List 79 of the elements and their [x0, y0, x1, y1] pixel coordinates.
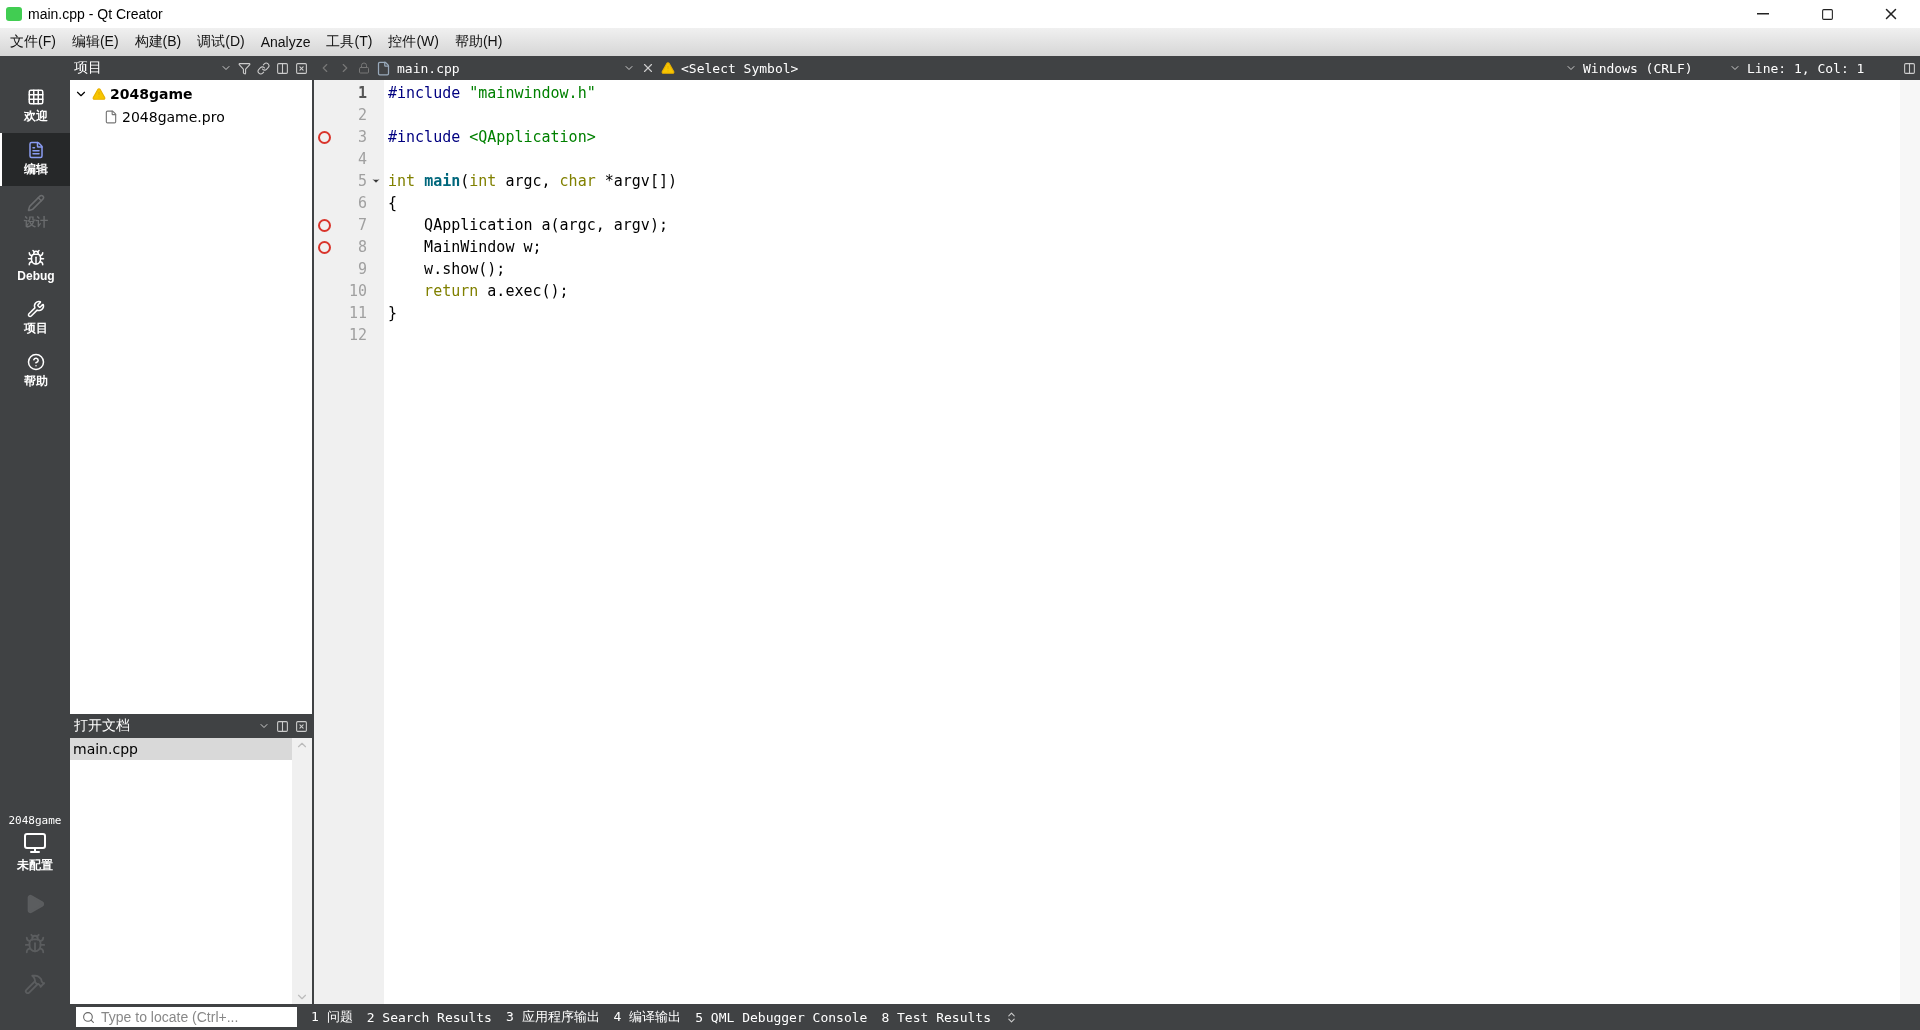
menu-item[interactable]: 调试(D) [189, 28, 253, 56]
code-line: MainWindow w; [423, 237, 543, 258]
code-line: #include <QApplication> [388, 127, 597, 148]
project-name: 2048game [7, 814, 63, 827]
code-line: int main(int argc, char *argv[]) [388, 171, 678, 192]
line-number: 7 [356, 216, 367, 234]
document-item[interactable]: main.cpp [70, 738, 292, 760]
menu-item[interactable]: 构建(B) [126, 28, 190, 56]
mode-tab[interactable]: 编辑 [0, 133, 70, 186]
split-icon [276, 719, 289, 733]
code-line: #include "mainwindow.h" [388, 83, 597, 104]
bug-icon [24, 933, 46, 955]
menu-item[interactable]: Analyze [252, 28, 319, 56]
code-line: { [388, 193, 399, 214]
mode-tab[interactable]: Debug [0, 239, 70, 292]
code-line: } [388, 303, 399, 324]
help-icon [27, 353, 45, 371]
encoding-selector[interactable]: Windows (CRLF) [1583, 60, 1723, 76]
grid-icon [27, 88, 45, 106]
fold-icon[interactable] [371, 176, 381, 186]
cursor-position: Line: 1, Col: 1 [1747, 60, 1866, 76]
link-icon [257, 61, 270, 75]
hammer-icon [24, 973, 46, 995]
tree-item[interactable]: 2048game [70, 82, 312, 105]
file-name: main.cpp [397, 60, 461, 76]
output-pane-button[interactable]: 3 应用程序输出 [505, 1008, 600, 1026]
code-line: return a.exec(); [423, 281, 570, 302]
line-number: 3 [356, 128, 367, 146]
output-pane-button[interactable]: 2 Search Results [366, 1009, 492, 1025]
lock-icon [358, 62, 370, 74]
line-number: 8 [356, 238, 367, 256]
code-line: w.show(); [423, 259, 507, 280]
line-number: 9 [356, 260, 367, 278]
line-number: 12 [347, 326, 367, 344]
line-number: 4 [356, 150, 367, 168]
tree-item[interactable]: 2048game.pro [70, 105, 312, 128]
file-icon [376, 60, 391, 76]
minimize-icon [1757, 13, 1769, 15]
file-icon [104, 109, 118, 124]
menu-item[interactable]: 帮助(H) [446, 28, 511, 56]
panel-title: 打开文档 [74, 717, 131, 735]
line-number: 10 [347, 282, 367, 300]
split-icon [1903, 61, 1916, 75]
menu-item[interactable]: 编辑(E) [63, 28, 127, 56]
symbol-selector[interactable]: <Select Symbol> [681, 60, 1559, 76]
restore-icon [1820, 7, 1834, 21]
app-logo-icon [6, 7, 22, 21]
locator-field[interactable]: Type to locate (Ctrl+... [76, 1007, 297, 1027]
document-icon [27, 141, 45, 159]
panel-title: 项目 [74, 59, 103, 77]
menu-item[interactable]: 文件(F) [2, 28, 64, 56]
close-pane-icon [295, 719, 308, 733]
monitor-icon [23, 831, 47, 855]
line-number: 1 [356, 84, 367, 102]
line-number: 2 [356, 106, 367, 124]
menu-item[interactable]: 控件(W) [380, 28, 447, 56]
filter-icon [238, 61, 251, 75]
menu-item[interactable]: 工具(T) [318, 28, 381, 56]
kit-selector[interactable]: 未配置 [0, 827, 70, 884]
line-number: 11 [347, 304, 367, 322]
search-icon [82, 1010, 95, 1024]
warning-icon [661, 61, 675, 75]
window-title: main.cpp - Qt Creator [28, 6, 164, 22]
pencil-icon [27, 194, 45, 212]
mode-tab[interactable]: 项目 [0, 292, 70, 345]
code-line: QApplication a(argc, argv); [423, 215, 669, 236]
line-number: 5 [356, 172, 367, 190]
output-pane-button[interactable]: 1 问题 [311, 1008, 353, 1026]
wrench-icon [27, 300, 45, 318]
close-icon [641, 61, 655, 75]
mode-tab[interactable]: 帮助 [0, 345, 70, 398]
bug-icon [27, 248, 45, 267]
output-pane-button[interactable]: 5 QML Debugger Console [695, 1009, 868, 1025]
split-icon [276, 61, 289, 75]
line-number: 6 [356, 194, 367, 212]
output-pane-button[interactable]: 4 编译输出 [613, 1008, 682, 1026]
close-pane-icon [295, 61, 308, 75]
output-pane-button[interactable]: 8 Test Results [881, 1009, 991, 1025]
mode-tab[interactable]: 欢迎 [0, 80, 70, 133]
